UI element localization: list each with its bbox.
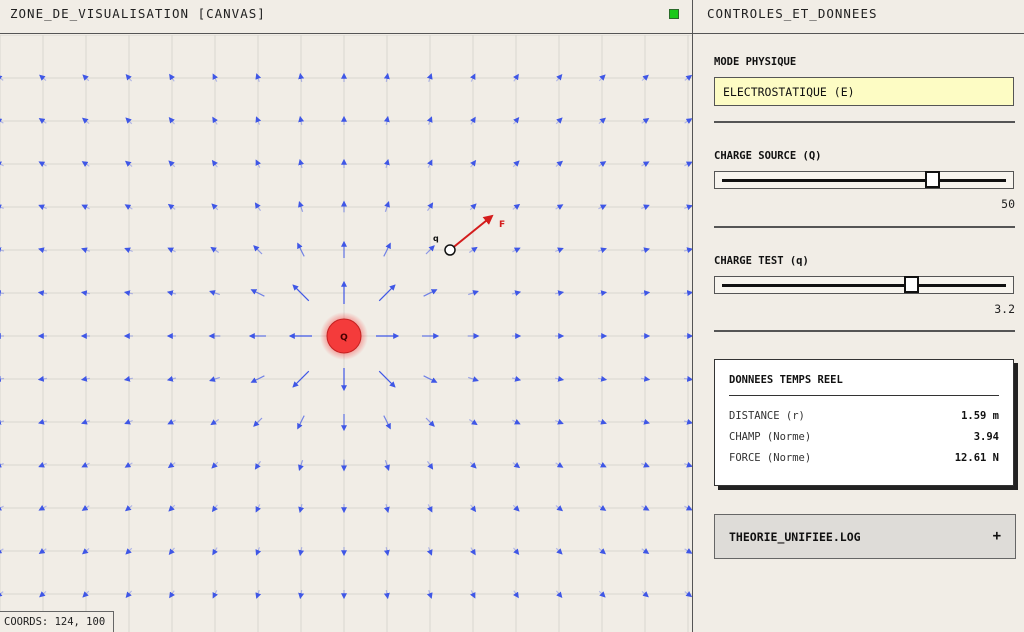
field-arrow bbox=[123, 290, 134, 297]
divider bbox=[714, 226, 1015, 228]
card-divider bbox=[729, 395, 999, 396]
field-arrow bbox=[298, 115, 305, 126]
realtime-data-card: DONNEES TEMPS REEL DISTANCE (r) 1.59 m C… bbox=[714, 359, 1014, 486]
app: ZONE_DE_VISUALISATION [CANVAS] Q F q COO… bbox=[0, 0, 1024, 632]
controls-header: CONTROLES_ET_DONNEES bbox=[693, 0, 1024, 34]
realtime-title: DONNEES TEMPS REEL bbox=[729, 374, 843, 386]
theory-log-toggle[interactable]: THEORIE_UNIFIEE.LOG + bbox=[714, 514, 1016, 559]
field-arrow bbox=[383, 115, 390, 126]
expand-plus-icon: + bbox=[992, 528, 1001, 544]
source-charge-slider-label: CHARGE SOURCE (Q) bbox=[714, 150, 822, 162]
mode-select[interactable]: ELECTROSTATIQUE (E) bbox=[714, 77, 1014, 106]
divider bbox=[714, 330, 1015, 332]
data-value: 12.61 N bbox=[954, 452, 999, 464]
data-key: DISTANCE (r) bbox=[729, 410, 805, 422]
field-arrow bbox=[123, 375, 134, 382]
visualization-pane: ZONE_DE_VISUALISATION [CANVAS] Q F q COO… bbox=[0, 0, 693, 632]
controls-title: CONTROLES_ET_DONNEES bbox=[707, 6, 878, 21]
force-label: F bbox=[499, 220, 505, 230]
test-charge-value: 3.2 bbox=[994, 302, 1015, 316]
theory-log-label: THEORIE_UNIFIEE.LOG bbox=[729, 530, 861, 544]
test-charge-slider-label: CHARGE TEST (q) bbox=[714, 255, 809, 267]
field-arrow bbox=[554, 290, 565, 297]
coords-readout: COORDS: 124, 100 bbox=[0, 611, 115, 632]
test-charge-circle[interactable] bbox=[444, 244, 456, 256]
slider-thumb[interactable] bbox=[903, 276, 919, 293]
divider bbox=[714, 121, 1015, 123]
canvas-title: ZONE_DE_VISUALISATION [CANVAS] bbox=[10, 6, 266, 21]
slider-track bbox=[722, 284, 1006, 287]
source-charge-value: 50 bbox=[1001, 197, 1015, 211]
slider-track bbox=[722, 179, 1006, 182]
data-value: 1.59 m bbox=[961, 410, 999, 422]
canvas-header: ZONE_DE_VISUALISATION [CANVAS] bbox=[0, 0, 692, 34]
slider-thumb[interactable] bbox=[925, 171, 941, 188]
data-value: 3.94 bbox=[973, 431, 999, 443]
field-arrow bbox=[298, 546, 305, 557]
field-arrow bbox=[554, 375, 565, 382]
test-charge-slider[interactable] bbox=[714, 276, 1014, 294]
source-charge-label: Q bbox=[340, 333, 348, 343]
test-charge-label: q bbox=[433, 234, 439, 243]
source-charge-slider[interactable] bbox=[714, 171, 1014, 189]
field-canvas[interactable]: Q F q bbox=[0, 35, 692, 632]
force-vector bbox=[449, 214, 494, 251]
field-arrow bbox=[383, 546, 390, 557]
status-indicator-icon bbox=[669, 9, 679, 19]
data-key: CHAMP (Norme) bbox=[729, 431, 812, 443]
controls-pane: CONTROLES_ET_DONNEES MODE PHYSIQUE ELECT… bbox=[693, 0, 1024, 632]
source-charge[interactable]: Q bbox=[320, 312, 368, 360]
data-key: FORCE (Norme) bbox=[729, 452, 812, 464]
mode-label: MODE PHYSIQUE bbox=[714, 56, 797, 68]
test-charge[interactable]: F q bbox=[433, 214, 505, 256]
